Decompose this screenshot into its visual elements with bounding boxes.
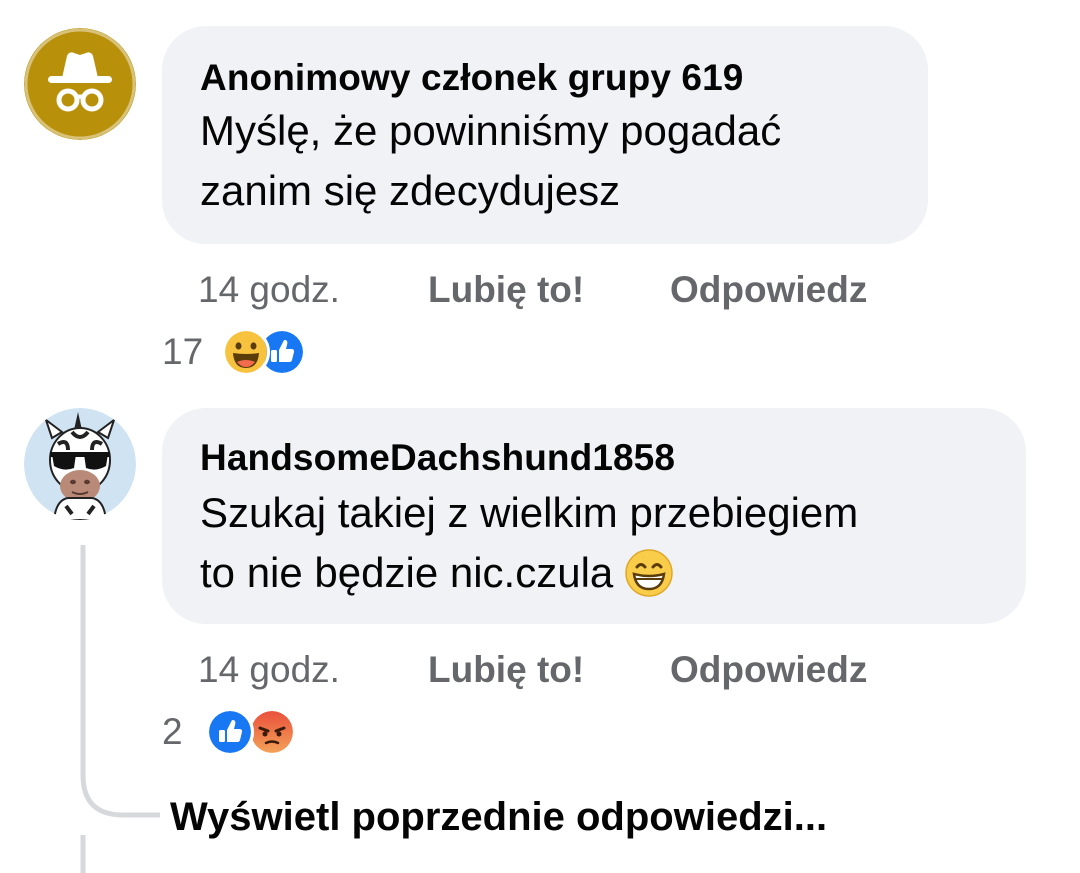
reply-button[interactable]: Odpowiedz xyxy=(670,648,867,692)
haha-reaction-icon xyxy=(222,328,270,376)
comment-text-line: Szukaj takiej z wielkim przebiegiem xyxy=(200,489,859,536)
zebra-sunglasses-avatar-icon xyxy=(24,408,136,520)
comment-text-line-with-emoji: to nie będzie nic.czula xyxy=(200,548,674,598)
anonymous-member-avatar[interactable] xyxy=(24,28,136,140)
comment-bubble: Anonimowy członek grupy 619 Myślę, że po… xyxy=(162,26,928,244)
comment-timestamp[interactable]: 14 godz. xyxy=(198,648,340,692)
reaction-count: 2 xyxy=(162,711,183,752)
comment-timestamp[interactable]: 14 godz. xyxy=(198,268,340,312)
comment-text-line: to nie będzie nic.czula xyxy=(200,549,614,596)
comment-text-line: Myślę, że powinniśmy pogadać xyxy=(200,107,782,154)
like-button[interactable]: Lubię to! xyxy=(428,268,584,312)
like-reaction-icon xyxy=(206,708,254,756)
grinning-emoji-icon xyxy=(625,549,674,597)
comment-bubble: HandsomeDachshund1858 Szukaj takiej z wi… xyxy=(162,408,1026,624)
reply-button[interactable]: Odpowiedz xyxy=(670,268,867,312)
comment-text-line: zanim się zdecydujesz xyxy=(200,167,621,214)
comment-author-name[interactable]: HandsomeDachshund1858 xyxy=(200,436,675,480)
zebra-avatar[interactable] xyxy=(24,408,136,520)
like-button[interactable]: Lubię to! xyxy=(428,648,584,692)
thread-connector-line xyxy=(80,545,160,873)
view-previous-replies-link[interactable]: Wyświetl poprzednie odpowiedzi... xyxy=(170,792,827,842)
reaction-count: 17 xyxy=(162,331,204,372)
angry-reaction-icon xyxy=(248,708,296,756)
comment-author-name[interactable]: Anonimowy członek grupy 619 xyxy=(200,56,743,100)
anonymous-member-icon xyxy=(24,28,136,140)
